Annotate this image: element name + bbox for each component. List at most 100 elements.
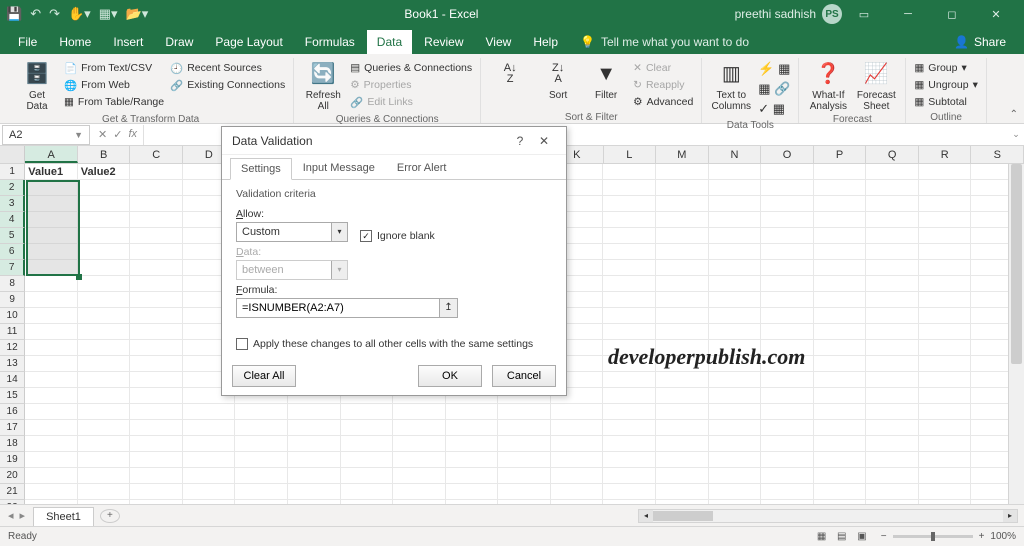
cell[interactable] xyxy=(866,420,919,436)
account-area[interactable]: preethi sadhish PS xyxy=(735,4,842,24)
tab-data[interactable]: Data xyxy=(367,30,412,54)
cell[interactable] xyxy=(656,420,709,436)
fill-handle[interactable] xyxy=(76,274,82,280)
cell[interactable] xyxy=(341,436,394,452)
cell[interactable] xyxy=(761,180,814,196)
cell[interactable] xyxy=(761,324,814,340)
cell[interactable] xyxy=(393,468,446,484)
col-header[interactable]: A xyxy=(25,146,78,163)
forecast-sheet-button[interactable]: 📈Forecast Sheet xyxy=(855,60,897,112)
cell[interactable] xyxy=(235,436,288,452)
data-validation-icon[interactable]: ✓ ▦ xyxy=(758,100,790,118)
cell[interactable] xyxy=(446,500,499,504)
cell[interactable] xyxy=(656,180,709,196)
maximize-icon[interactable]: ◻ xyxy=(930,0,974,28)
cell[interactable] xyxy=(78,388,131,404)
cell[interactable] xyxy=(603,404,656,420)
cell[interactable] xyxy=(130,372,183,388)
row-header[interactable]: 6 xyxy=(0,244,25,260)
recent-sources-button[interactable]: 🕘 Recent Sources xyxy=(170,60,285,76)
tab-formulas[interactable]: Formulas xyxy=(295,30,365,54)
cell[interactable] xyxy=(235,500,288,504)
cell[interactable] xyxy=(709,308,762,324)
cell[interactable] xyxy=(25,244,78,260)
cell[interactable] xyxy=(656,324,709,340)
cell[interactable] xyxy=(814,212,867,228)
cell[interactable] xyxy=(814,404,867,420)
cell[interactable] xyxy=(709,244,762,260)
cell[interactable] xyxy=(551,404,604,420)
cell[interactable] xyxy=(498,420,551,436)
cell[interactable] xyxy=(919,468,972,484)
filter-button[interactable]: ▼Filter xyxy=(585,60,627,101)
row-header[interactable]: 7 xyxy=(0,260,25,276)
cell[interactable] xyxy=(866,436,919,452)
cell[interactable] xyxy=(603,324,656,340)
cell[interactable] xyxy=(761,164,814,180)
cell[interactable] xyxy=(498,500,551,504)
cell[interactable] xyxy=(761,436,814,452)
cell[interactable] xyxy=(78,404,131,420)
cell[interactable] xyxy=(761,388,814,404)
advanced-filter-button[interactable]: ⚙ Advanced xyxy=(633,94,693,110)
cell[interactable] xyxy=(130,452,183,468)
cell[interactable] xyxy=(814,420,867,436)
row-header[interactable]: 18 xyxy=(0,436,25,452)
cell[interactable] xyxy=(78,372,131,388)
expand-formula-bar-icon[interactable]: ⌄ xyxy=(1008,129,1024,140)
cell[interactable] xyxy=(446,484,499,500)
cell[interactable] xyxy=(656,276,709,292)
col-header[interactable]: S xyxy=(971,146,1024,163)
cell[interactable] xyxy=(393,436,446,452)
cell[interactable] xyxy=(25,452,78,468)
cell[interactable] xyxy=(761,372,814,388)
cell[interactable] xyxy=(814,180,867,196)
cell[interactable] xyxy=(393,484,446,500)
cell[interactable] xyxy=(288,420,341,436)
cell[interactable] xyxy=(183,420,236,436)
cell[interactable] xyxy=(603,308,656,324)
cell[interactable] xyxy=(709,260,762,276)
cell[interactable] xyxy=(25,212,78,228)
cell[interactable] xyxy=(603,372,656,388)
ungroup-button[interactable]: ▦ Ungroup ▾ xyxy=(914,77,977,93)
from-table-range-button[interactable]: ▦ From Table/Range xyxy=(64,94,164,110)
ignore-blank-checkbox[interactable]: ✓Ignore blank xyxy=(360,230,435,242)
new-file-icon[interactable]: ▦▾ xyxy=(99,6,118,22)
cell[interactable] xyxy=(709,420,762,436)
cell[interactable] xyxy=(919,500,972,504)
cell[interactable] xyxy=(130,404,183,420)
col-header[interactable]: B xyxy=(78,146,131,163)
formula-field[interactable] xyxy=(236,298,440,318)
cell[interactable]: Value2 xyxy=(78,164,131,180)
cell[interactable] xyxy=(709,452,762,468)
cell[interactable]: Value1 xyxy=(25,164,78,180)
row-header[interactable]: 3 xyxy=(0,196,25,212)
cell[interactable] xyxy=(78,484,131,500)
row-header[interactable]: 20 xyxy=(0,468,25,484)
cell[interactable] xyxy=(761,260,814,276)
fx-icon[interactable]: fx xyxy=(128,128,137,141)
cell[interactable] xyxy=(761,452,814,468)
cell[interactable] xyxy=(25,324,78,340)
cell[interactable] xyxy=(866,372,919,388)
cell[interactable] xyxy=(78,340,131,356)
cell[interactable] xyxy=(25,436,78,452)
page-layout-view-icon[interactable]: ▤ xyxy=(833,531,850,542)
cell[interactable] xyxy=(183,452,236,468)
cell[interactable] xyxy=(709,468,762,484)
cell[interactable] xyxy=(866,452,919,468)
cell[interactable] xyxy=(656,308,709,324)
cancel-button[interactable]: Cancel xyxy=(492,365,556,387)
cell[interactable] xyxy=(814,500,867,504)
cell[interactable] xyxy=(235,484,288,500)
cell[interactable] xyxy=(656,196,709,212)
cell[interactable] xyxy=(130,324,183,340)
cell[interactable] xyxy=(603,452,656,468)
cell[interactable] xyxy=(130,196,183,212)
cell[interactable] xyxy=(919,228,972,244)
cell[interactable] xyxy=(78,260,131,276)
row-header[interactable]: 15 xyxy=(0,388,25,404)
group-button[interactable]: ▦ Group ▾ xyxy=(914,60,977,76)
cell[interactable] xyxy=(656,404,709,420)
